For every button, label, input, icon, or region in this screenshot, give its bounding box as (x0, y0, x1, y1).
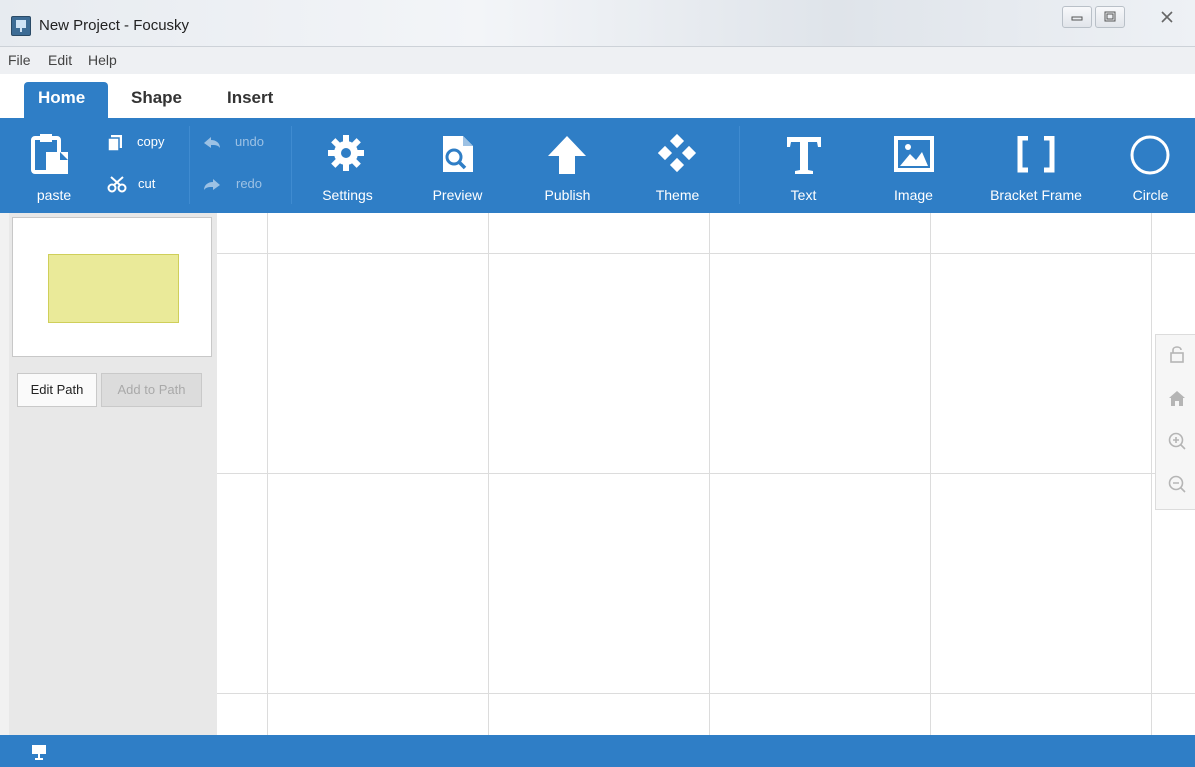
edit-path-button[interactable]: Edit Path (17, 373, 97, 407)
ribbon-separator (739, 126, 740, 204)
menu-help[interactable]: Help (88, 52, 117, 68)
grid-line (217, 473, 1195, 474)
restore-button[interactable] (1095, 6, 1125, 28)
add-to-path-button[interactable]: Add to Path (101, 373, 202, 407)
publish-button[interactable]: Publish (530, 126, 605, 208)
zoom-in-icon (1168, 432, 1186, 450)
window-title: New Project - Focusky (39, 17, 190, 34)
grid-line (217, 253, 1195, 254)
undo-button[interactable]: undo (203, 134, 273, 154)
ribbon-separator (291, 126, 292, 204)
bracket-frame-button[interactable]: Bracket Frame (976, 126, 1096, 208)
redo-label: redo (236, 176, 263, 191)
grid-line (217, 693, 1195, 694)
redo-button[interactable]: redo (203, 176, 273, 196)
upload-arrow-icon (548, 136, 586, 174)
close-button[interactable] (1150, 6, 1184, 28)
image-label: Image (894, 187, 933, 203)
cut-button[interactable]: cut (107, 176, 177, 196)
frame-thumbnail-shape (48, 254, 179, 323)
menu-file[interactable]: File (8, 52, 31, 68)
tab-home-label: Home (38, 88, 86, 107)
copy-icon (107, 135, 122, 152)
grid-line (930, 213, 931, 735)
theme-label: Theme (655, 187, 700, 203)
preview-label: Preview (432, 187, 483, 203)
bracket-frame-label: Bracket Frame (990, 187, 1082, 203)
circle-icon (1130, 135, 1170, 175)
preview-icon (443, 136, 473, 172)
text-t-icon (787, 137, 821, 174)
app-icon (11, 16, 31, 36)
copy-label: copy (137, 134, 165, 149)
scissors-icon (107, 176, 127, 193)
bracket-frame-icon (1017, 136, 1055, 173)
grid-line (267, 213, 268, 735)
image-button[interactable]: Image (876, 126, 951, 208)
cut-label: cut (138, 176, 156, 191)
editor-canvas[interactable] (217, 213, 1195, 735)
lock-button[interactable] (1167, 344, 1187, 364)
presentation-button[interactable] (30, 743, 48, 761)
preview-button[interactable]: Preview (420, 126, 495, 208)
tab-shape[interactable]: Shape (131, 88, 182, 108)
zoom-out-button[interactable] (1167, 474, 1187, 494)
home-button[interactable] (1167, 388, 1187, 408)
publish-label: Publish (544, 187, 591, 203)
undo-label: undo (235, 134, 264, 149)
minimize-button[interactable] (1062, 6, 1092, 28)
redo-icon (204, 179, 220, 190)
ribbon-separator (189, 126, 190, 204)
image-icon (894, 136, 934, 172)
paste-button[interactable] (30, 132, 74, 176)
zoom-out-icon (1168, 475, 1186, 493)
grid-line (1151, 213, 1152, 735)
paste-icon (31, 134, 68, 174)
lock-icon (1170, 346, 1184, 363)
menu-edit[interactable]: Edit (48, 52, 72, 68)
gear-icon (328, 135, 364, 171)
copy-button[interactable]: copy (107, 134, 177, 154)
menu-bar (0, 46, 1195, 75)
theme-button[interactable]: Theme (640, 126, 715, 208)
theme-icon (658, 134, 697, 173)
grid-line (709, 213, 710, 735)
circle-label: Circle (1132, 187, 1169, 203)
tab-insert[interactable]: Insert (227, 88, 273, 108)
text-button[interactable]: Text (766, 126, 841, 208)
grid-line (488, 213, 489, 735)
undo-icon (204, 137, 220, 148)
circle-button[interactable]: Circle (1113, 126, 1188, 208)
settings-label: Settings (322, 187, 373, 203)
paste-label: paste (36, 187, 72, 203)
presentation-icon (32, 745, 46, 760)
zoom-in-button[interactable] (1167, 431, 1187, 451)
left-edge (0, 213, 9, 735)
status-bar (0, 735, 1195, 767)
home-icon (1169, 391, 1185, 406)
text-label: Text (790, 187, 817, 203)
settings-button[interactable]: Settings (310, 126, 385, 208)
